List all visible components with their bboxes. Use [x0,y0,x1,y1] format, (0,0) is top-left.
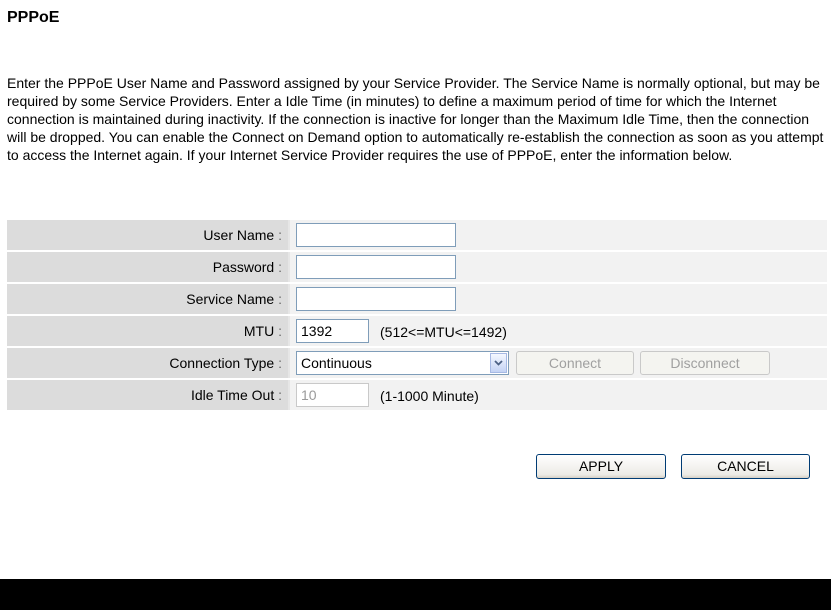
connection-type-label: Connection Type [169,355,275,371]
connection-type-selected-value: Continuous [301,355,372,371]
user-name-label: User Name [203,227,275,243]
service-name-input[interactable] [296,287,456,311]
mtu-range-hint: (512<=MTU<=1492) [380,324,507,340]
connection-type-row: Connection Type : Continuous Connect Dis… [7,348,827,378]
connection-type-select[interactable]: Continuous [296,351,509,375]
colon: : [278,259,282,275]
page-description: Enter the PPPoE User Name and Password a… [7,75,824,163]
mtu-label: MTU [243,323,275,339]
chevron-down-icon[interactable] [490,353,507,373]
service-name-row: Service Name : [7,284,827,314]
cancel-button[interactable]: CANCEL [681,454,810,479]
colon: : [278,355,282,371]
mtu-value-cell: 1392 (512<=MTU<=1492) [290,316,827,346]
user-name-label-cell: User Name : [7,220,288,250]
user-name-value-cell [290,220,827,250]
idle-time-out-label: Idle Time Out [190,387,275,403]
apply-button[interactable]: APPLY [536,454,666,479]
page-title: PPPoE [7,9,60,26]
idle-time-out-input[interactable]: 10 [296,383,369,407]
colon: : [278,323,282,339]
password-label-cell: Password : [7,252,288,282]
mtu-input[interactable]: 1392 [296,319,369,343]
user-name-input[interactable] [296,223,456,247]
service-name-value-cell [290,284,827,314]
connection-type-label-cell: Connection Type : [7,348,288,378]
idle-time-out-range-hint: (1-1000 Minute) [380,388,479,404]
password-value-cell [290,252,827,282]
disconnect-button[interactable]: Disconnect [640,351,770,375]
password-label: Password [212,259,275,275]
password-input[interactable] [296,255,456,279]
bottom-bar [0,579,831,610]
idle-time-out-label-cell: Idle Time Out : [7,380,288,410]
connection-type-value-cell: Continuous Connect Disconnect [290,348,827,378]
idle-time-out-value-cell: 10 (1-1000 Minute) [290,380,827,410]
service-name-label: Service Name [186,291,275,307]
mtu-label-cell: MTU : [7,316,288,346]
connect-button[interactable]: Connect [516,351,634,375]
password-row: Password : [7,252,827,282]
user-name-row: User Name : [7,220,827,250]
mtu-row: MTU : 1392 (512<=MTU<=1492) [7,316,827,346]
colon: : [278,291,282,307]
colon: : [278,227,282,243]
colon: : [278,387,282,403]
idle-time-out-row: Idle Time Out : 10 (1-1000 Minute) [7,380,827,410]
pppoe-form: User Name : Password : Service Name : MT… [7,220,827,412]
service-name-label-cell: Service Name : [7,284,288,314]
